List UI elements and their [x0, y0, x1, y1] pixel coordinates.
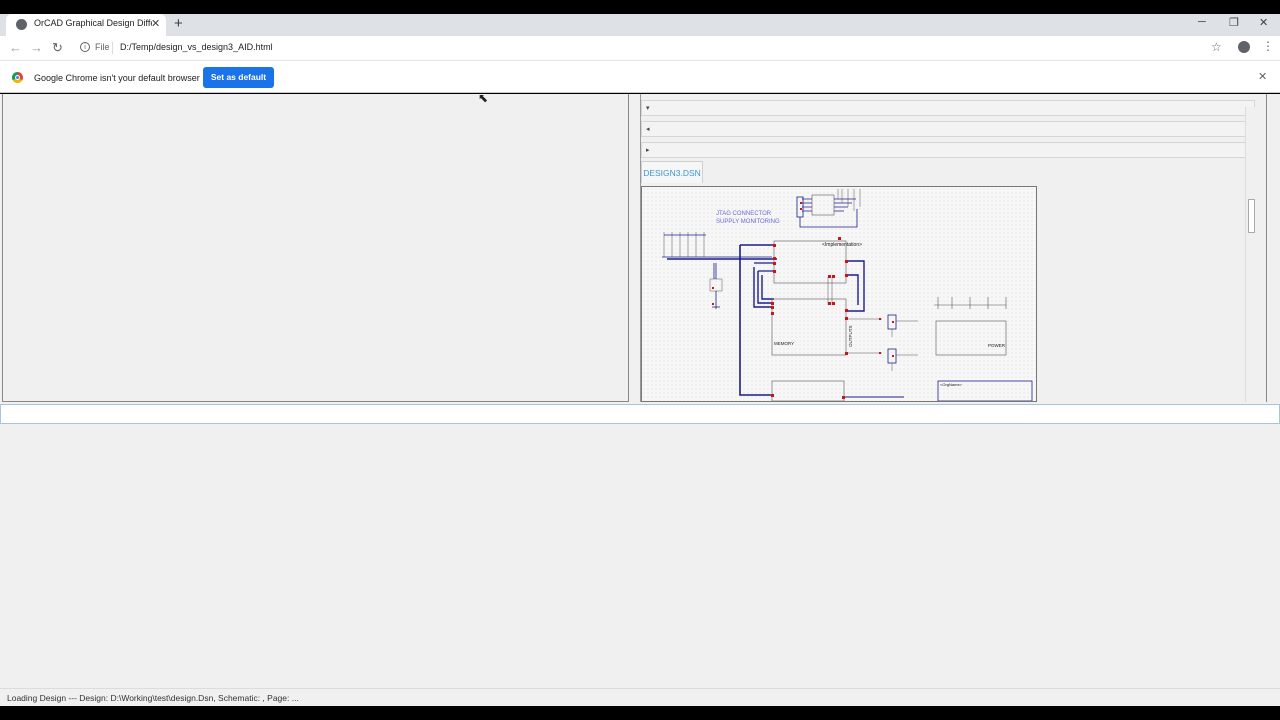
close-tab-icon[interactable]: ✕ — [151, 17, 160, 30]
info-icon[interactable]: i — [80, 42, 90, 52]
schematic-title-line-2: SUPPLY MONITORING — [716, 219, 780, 225]
forward-icon[interactable]: → — [30, 40, 43, 55]
power-block — [935, 320, 1007, 356]
implementation-label: <Implementation> — [822, 242, 862, 248]
chevron-down-icon: ▾ — [646, 105, 650, 112]
collapse-row[interactable]: ▾ — [641, 100, 1255, 116]
outputs-label: OUTPUTS — [848, 325, 853, 347]
bookmark-star-icon[interactable]: ☆ — [1211, 40, 1222, 54]
next-row[interactable]: ▸ — [641, 142, 1255, 158]
chevron-left-icon: ◂ — [646, 126, 650, 133]
restore-icon[interactable]: ❐ — [1229, 16, 1239, 29]
pane-splitter[interactable] — [629, 94, 641, 402]
url-separator — [112, 42, 113, 54]
previous-row[interactable]: ◂ — [641, 121, 1255, 137]
memory-label: MEMORY — [774, 341, 794, 346]
left-design-pane[interactable] — [2, 94, 629, 402]
scrollbar-thumb[interactable] — [1248, 199, 1255, 233]
infobar-close-icon[interactable]: ✕ — [1258, 70, 1267, 83]
schematic-title-line-1: JTAG CONNECTOR — [716, 211, 772, 217]
chevron-right-icon: ▸ — [646, 147, 650, 154]
menu-icon[interactable]: ⋮ — [1262, 39, 1274, 53]
memory-block — [771, 298, 847, 356]
schematic-drawing: JTAG CONNECTOR SUPPLY MONITORING <Implem… — [662, 189, 1033, 402]
globe-icon — [16, 19, 27, 30]
mouse-cursor-icon: ⬉ — [478, 91, 489, 105]
vertical-scrollbar[interactable] — [1245, 107, 1258, 402]
browser-tab[interactable]: OrCAD Graphical Design Difference ✕ — [6, 14, 166, 36]
power-label: POWER — [988, 343, 1006, 348]
browser-toolbar: ← → ↻ i File D:/Temp/design_vs_design3_A… — [0, 36, 1280, 60]
window-close-icon[interactable]: ✕ — [1259, 16, 1268, 29]
right-design-pane: ▾ ◂ ▸ DESIGN3.DSN JTAG CONNECTOR SUPPLY … — [641, 94, 1266, 402]
jtag-chip — [811, 194, 835, 216]
orgname-label: <OrgName> — [940, 382, 963, 387]
chrome-logo-icon — [12, 72, 23, 83]
infobar-message: Google Chrome isn't your default browser — [34, 73, 200, 83]
default-browser-infobar: Google Chrome isn't your default browser… — [0, 60, 1280, 93]
page-content: ▾ ◂ ▸ DESIGN3.DSN JTAG CONNECTOR SUPPLY … — [0, 94, 1280, 688]
horizontal-divider[interactable] — [0, 404, 1280, 424]
account-icon[interactable] — [1238, 41, 1250, 53]
schematic-canvas[interactable]: JTAG CONNECTOR SUPPLY MONITORING <Implem… — [641, 186, 1037, 402]
url-scheme-label: File — [95, 42, 110, 52]
tab-design3-dsn[interactable]: DESIGN3.DSN — [641, 161, 703, 183]
address-bar[interactable]: D:/Temp/design_vs_design3_AID.html — [120, 42, 273, 52]
back-icon[interactable]: ← — [9, 40, 22, 55]
reload-icon[interactable]: ↻ — [52, 40, 63, 56]
tab-strip: OrCAD Graphical Design Difference ✕ + ─ … — [0, 14, 1280, 36]
new-tab-button[interactable]: + — [174, 15, 183, 32]
bottom-panel — [0, 426, 1280, 688]
right-edge-pane — [1266, 94, 1280, 402]
tab-title: OrCAD Graphical Design Difference — [34, 18, 152, 28]
status-bar: Loading Design --- Design: D:\Working\te… — [0, 688, 1280, 706]
set-as-default-button[interactable]: Set as default — [203, 67, 274, 88]
minimize-icon[interactable]: ─ — [1198, 16, 1206, 28]
